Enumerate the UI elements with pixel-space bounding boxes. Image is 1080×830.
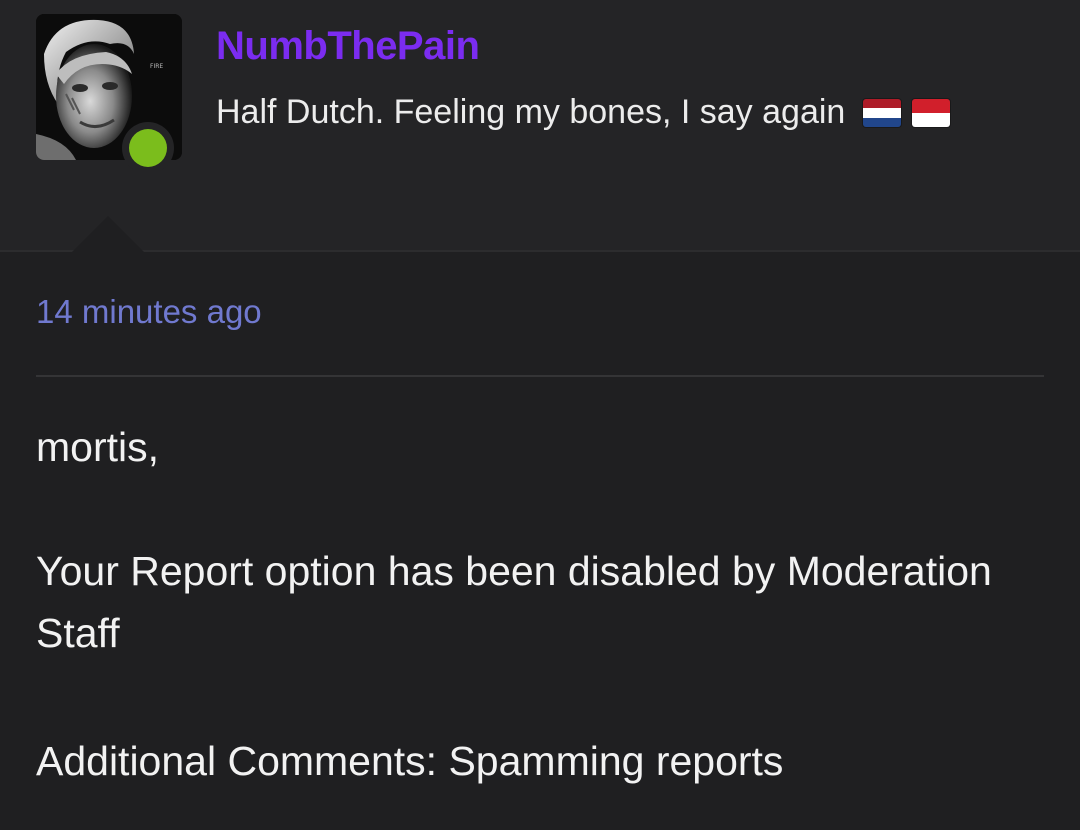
flag-netherlands-icon (862, 99, 901, 127)
speech-caret-icon (72, 216, 144, 252)
message-timestamp: 14 minutes ago (36, 293, 262, 330)
bio-flags (862, 89, 952, 133)
header-divider (0, 250, 1080, 252)
message-greeting: mortis, (36, 424, 159, 470)
sender-header: FIRE NumbThePain Half Dutch. Feeling my … (0, 0, 1080, 252)
message-page: FIRE NumbThePain Half Dutch. Feeling my … (0, 0, 1080, 830)
online-dot-icon (129, 129, 167, 167)
message-notice: Your Report option has been disabled by … (36, 548, 992, 656)
sender-bio: Half Dutch. Feeling my bones, I say agai… (216, 90, 952, 136)
sender-bio-text: Half Dutch. Feeling my bones, I say agai… (216, 93, 846, 131)
online-status-indicator (122, 122, 174, 174)
avatar-container[interactable]: FIRE (36, 14, 182, 174)
avatar-caption: FIRE (150, 63, 163, 70)
message-comments: Additional Comments: Spamming reports (36, 738, 784, 784)
divider (36, 375, 1044, 377)
flag-indonesia-icon (912, 99, 951, 128)
sender-username[interactable]: NumbThePain (216, 22, 480, 70)
message-body: 14 minutes ago mortis, Your Report optio… (0, 252, 1080, 830)
